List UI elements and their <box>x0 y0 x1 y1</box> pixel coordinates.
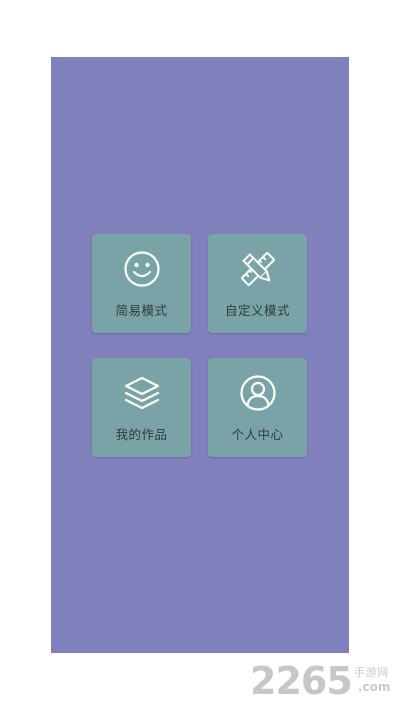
watermark-domain: .com <box>358 680 391 694</box>
app-screen: 简易模式 自定义模式 我的作品 个人中心 <box>51 57 349 653</box>
simple-mode-label: 简易模式 <box>115 303 168 318</box>
user-profile-icon <box>240 375 276 411</box>
layers-icon <box>124 376 160 410</box>
personal-center-button[interactable]: 个人中心 <box>208 358 307 457</box>
watermark-cn-text: 手游网 <box>354 666 389 679</box>
my-works-button[interactable]: 我的作品 <box>92 358 191 457</box>
personal-center-label: 个人中心 <box>231 427 284 442</box>
my-works-label: 我的作品 <box>115 427 168 442</box>
smiley-face-icon <box>124 251 160 287</box>
watermark-logo: 2265 手游网 .com <box>250 658 400 708</box>
simple-mode-button[interactable]: 简易模式 <box>92 234 191 333</box>
watermark-number: 2265 <box>250 659 353 703</box>
custom-mode-button[interactable]: 自定义模式 <box>208 234 307 333</box>
custom-mode-label: 自定义模式 <box>224 303 290 318</box>
pencil-ruler-icon <box>241 252 275 286</box>
